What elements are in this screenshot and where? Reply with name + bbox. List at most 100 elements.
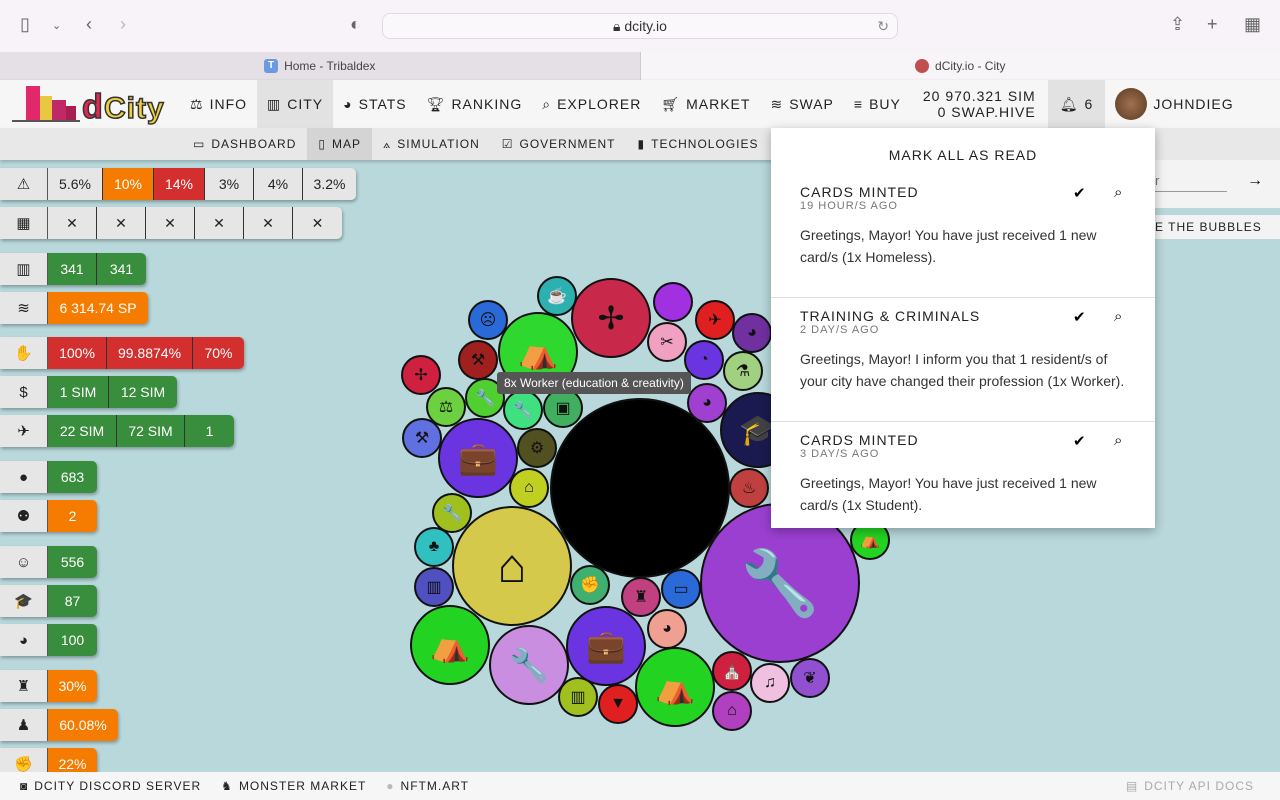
bubble[interactable]: ✊	[570, 565, 610, 605]
bubbles-button[interactable]: E THE BUBBLES	[1155, 215, 1280, 239]
bubble[interactable]: ▣	[543, 388, 583, 428]
bubble[interactable]: ◕	[732, 313, 772, 353]
monster-market-link[interactable]: ♞ MONSTER MARKET	[201, 779, 366, 793]
nav-city[interactable]: ▥ CITY	[257, 80, 334, 128]
browser-tab-dcity[interactable]: dCity.io - City	[640, 52, 1280, 80]
tent-icon: ⛺	[430, 627, 470, 663]
tab-overview-icon[interactable]: ▦	[1244, 14, 1261, 35]
bubble[interactable]: ♣	[414, 527, 454, 567]
nav-swap[interactable]: ≋ SWAP	[760, 80, 843, 128]
briefcase-icon: 💼	[458, 440, 498, 476]
bubble[interactable]: ⌂	[509, 468, 549, 508]
bubble[interactable]: ⛺	[635, 647, 715, 727]
teacher-icon: ♟	[0, 709, 48, 741]
user-menu[interactable]: JOHNDIEG	[1105, 80, 1243, 128]
stat-cell: 6 314.74 SP	[48, 292, 148, 324]
wrench-icon: 🔧	[740, 546, 820, 619]
spy-icon: ♜	[0, 670, 48, 702]
reload-icon[interactable]: ↻	[877, 14, 889, 38]
stat-row: ● 683	[0, 461, 97, 493]
bubble[interactable]: 💼	[566, 606, 646, 686]
dollar-icon: $	[0, 376, 48, 408]
bubble[interactable]: ▥	[558, 677, 598, 717]
bubble[interactable]: ♜	[621, 577, 661, 617]
api-docs-link[interactable]: ▤ DCITY API DOCS	[1106, 779, 1280, 793]
discord-link[interactable]: ◙ DCITY DISCORD SERVER	[0, 779, 201, 793]
bubble[interactable]: ✂	[647, 322, 687, 362]
arrow-right-icon[interactable]: →	[1247, 172, 1263, 190]
bubble[interactable]: ⚒	[402, 418, 442, 458]
bubble[interactable]: ✢	[571, 278, 651, 358]
bubble[interactable]: ⌂	[712, 691, 752, 731]
bubble[interactable]: ⛪	[712, 651, 752, 691]
url-bar[interactable]: 🔒︎ dcity.io ↻	[382, 13, 898, 39]
nftm-link[interactable]: ● NFTM.ART	[366, 779, 469, 793]
stat-row: ✋ 100% 99.8874% 70%	[0, 337, 244, 369]
search-icon[interactable]: ⌕	[1114, 308, 1122, 325]
search-icon[interactable]: ⌕	[1114, 432, 1122, 449]
graduation-icon: 🎓	[0, 585, 48, 617]
bubble[interactable]: 🔧	[489, 625, 569, 705]
nav-stats[interactable]: ◕ STATS	[333, 80, 417, 128]
search-icon[interactable]: ⌕	[1114, 184, 1122, 201]
bubble[interactable]: 🔧	[503, 390, 543, 430]
bubble[interactable]: ◕	[647, 609, 687, 649]
nav-ranking[interactable]: 🏆︎ RANKING	[417, 80, 533, 128]
subnav-technologies[interactable]: ▮ TECHNOLOGIES	[627, 128, 770, 160]
bubble[interactable]: ⚙	[517, 428, 557, 468]
satellite-icon: ◔	[699, 351, 709, 368]
bubble[interactable]: 💼	[438, 418, 518, 498]
bubble[interactable]: ▥	[414, 567, 454, 607]
browser-tab-tribaldex[interactable]: T Home - Tribaldex	[0, 52, 641, 80]
bubble[interactable]: ☹	[468, 300, 508, 340]
nav-buy[interactable]: ≡ BUY	[844, 80, 911, 128]
bubble[interactable]: ✈	[695, 300, 735, 340]
shield-icon[interactable]: ◐	[350, 14, 361, 35]
fist-icon: ✊	[580, 577, 600, 594]
nav-explorer[interactable]: ⌕ EXPLORER	[532, 80, 651, 128]
bubble[interactable]: ⌂	[452, 506, 572, 626]
subnav-dashboard[interactable]: ▭ DASHBOARD	[182, 128, 307, 160]
chevron-down-icon[interactable]: ⌄	[52, 19, 61, 32]
bubble[interactable]: ⚒	[458, 340, 498, 380]
subnav-simulation[interactable]: ⟑ SIMULATION	[372, 128, 491, 160]
dcity-logo[interactable]: d City	[0, 80, 180, 128]
notifications-button[interactable]: 🔔︎ 6	[1047, 80, 1106, 128]
check-icon[interactable]: ✔	[1073, 308, 1086, 326]
forward-icon[interactable]: ›	[120, 14, 126, 35]
subnav-map[interactable]: ▯ MAP	[307, 128, 372, 160]
bubble[interactable]	[550, 398, 730, 578]
stat-row: ◕ 100	[0, 624, 97, 656]
bubble[interactable]: ◕	[687, 383, 727, 423]
check-icon[interactable]: ✔	[1073, 184, 1086, 202]
stat-cell: 100	[48, 624, 97, 656]
bubble[interactable]	[653, 282, 693, 322]
stat-row: ☺ 556	[0, 546, 97, 578]
bubble[interactable]: ⚗	[723, 351, 763, 391]
nav-info[interactable]: ⚖ INFO	[180, 80, 257, 128]
sidebar-toggle-icon[interactable]: ▯	[20, 14, 30, 35]
coins-icon: ≋	[0, 292, 48, 324]
back-icon[interactable]: ‹	[86, 14, 92, 35]
bubble[interactable]: ▼	[598, 684, 638, 724]
stat-cell: 72 SIM	[117, 415, 185, 447]
bubble[interactable]: ☕	[537, 276, 577, 316]
mark-all-read-button[interactable]: MARK ALL AS READ	[771, 128, 1155, 174]
stat-cell: 70%	[193, 337, 244, 369]
bubble[interactable]: ♨	[729, 468, 769, 508]
bubble[interactable]: ❦	[790, 658, 830, 698]
tractor-icon: ⚙	[529, 440, 545, 457]
icecream-icon: ▼	[610, 695, 626, 712]
check-icon[interactable]: ✔	[1073, 432, 1086, 450]
new-tab-icon[interactable]: +	[1207, 14, 1218, 35]
search-input[interactable]	[1155, 170, 1227, 192]
notification-text: Greetings, Mayor! I inform you that 1 re…	[800, 351, 1125, 389]
share-icon[interactable]: ⇪	[1170, 14, 1185, 35]
stat-cell: 341	[48, 253, 97, 285]
bubble[interactable]: ▭	[661, 569, 701, 609]
subnav-government[interactable]: ☑ GOVERNMENT	[491, 128, 627, 160]
search-box: →	[1155, 160, 1280, 208]
nav-market[interactable]: 🛒︎ MARKET	[651, 80, 760, 128]
bubble[interactable]: ♫	[750, 663, 790, 703]
bubble[interactable]: ⛺	[410, 605, 490, 685]
